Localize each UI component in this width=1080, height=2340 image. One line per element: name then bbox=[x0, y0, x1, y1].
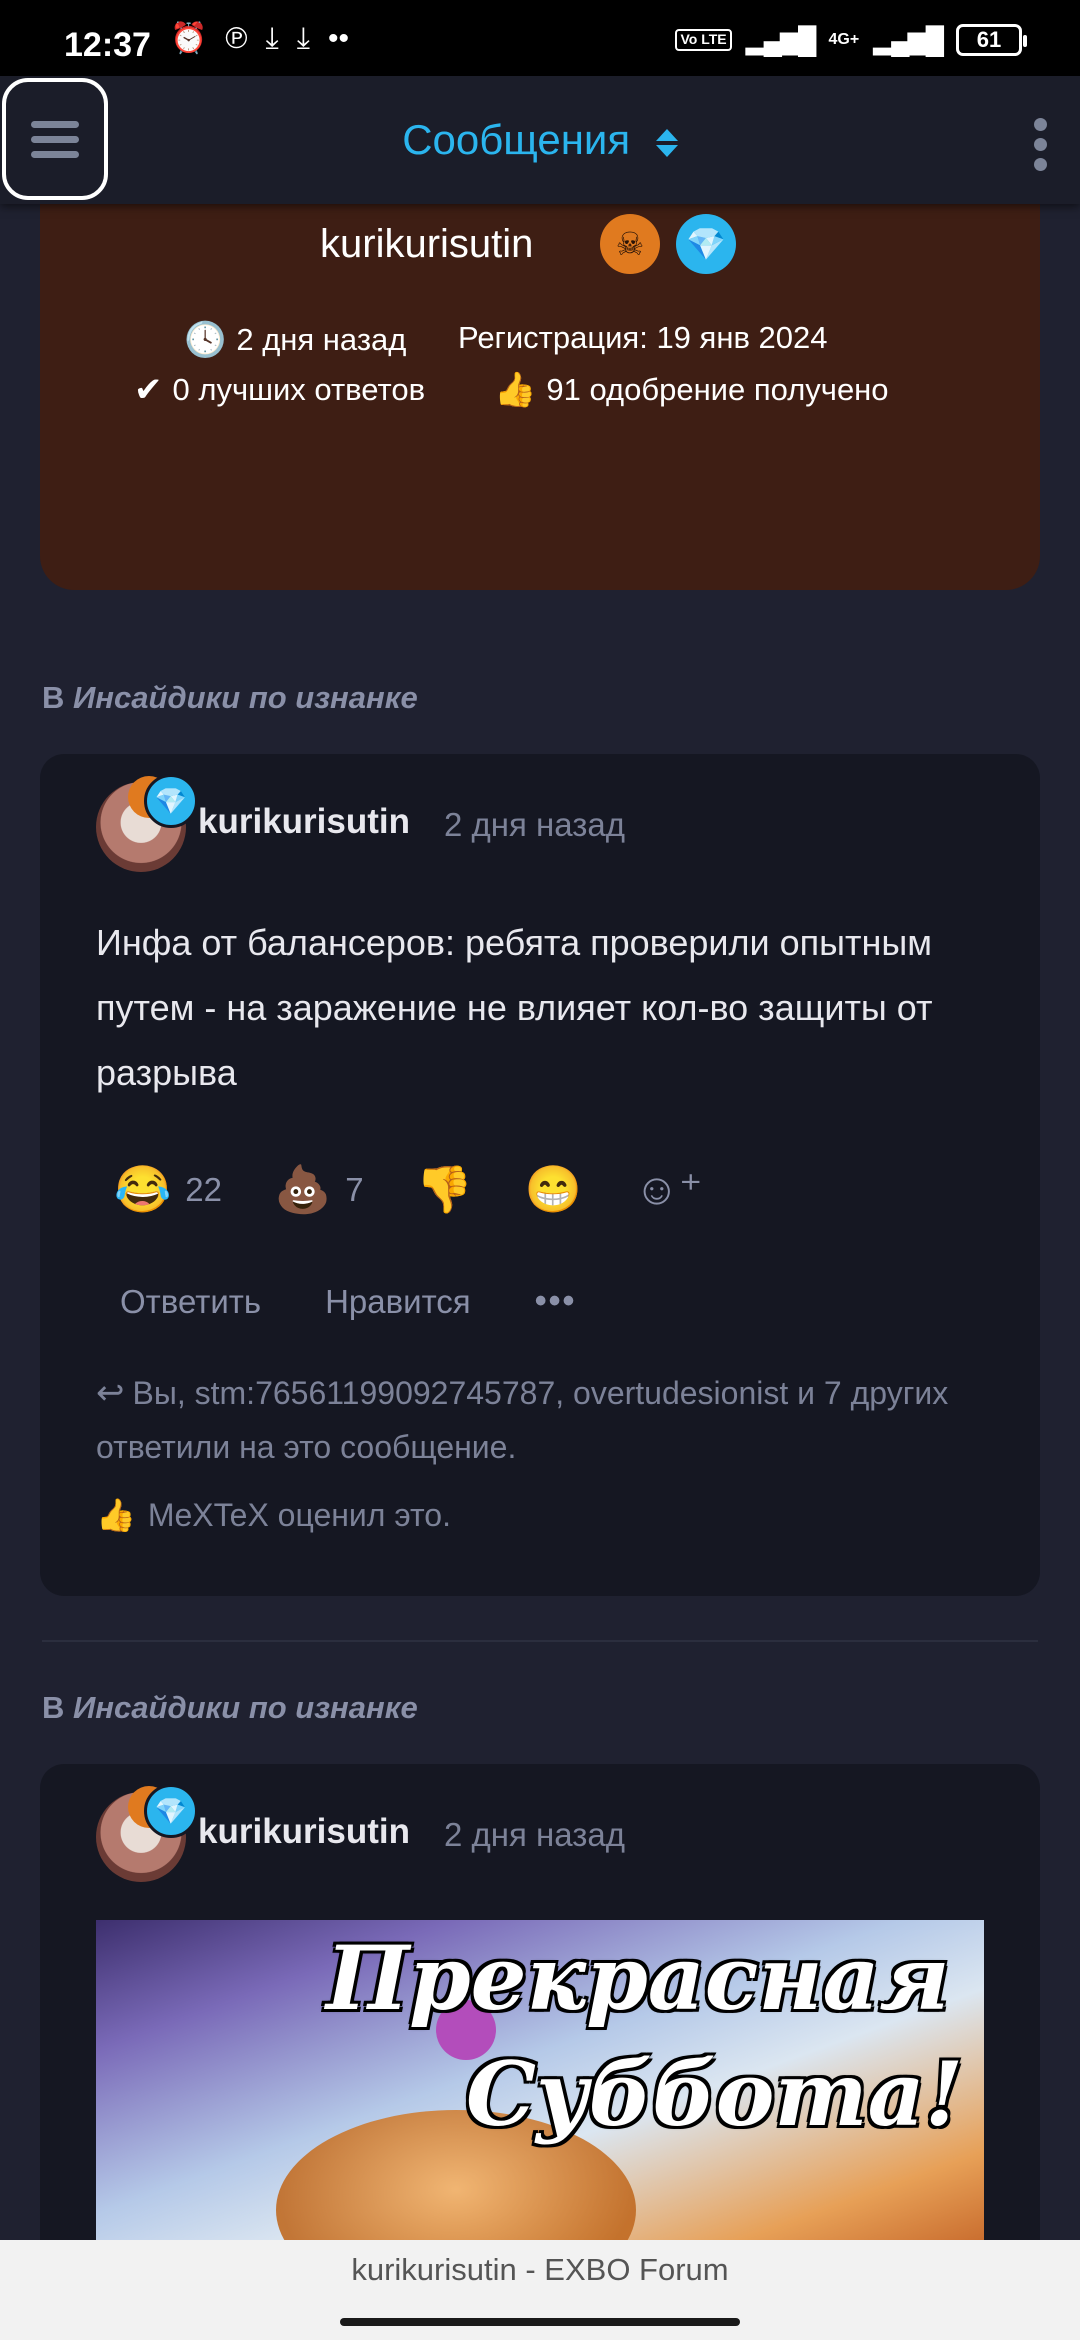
add-reaction-icon[interactable]: ☺⁺ bbox=[634, 1164, 702, 1215]
alarm-icon: ⏰ bbox=[170, 22, 208, 55]
header-title-dropdown[interactable]: Сообщения bbox=[0, 116, 1080, 164]
signal-icon: ▂▄▆█ bbox=[745, 24, 817, 55]
thumbs-up-icon: 👍 bbox=[494, 371, 537, 409]
home-indicator[interactable] bbox=[340, 2318, 740, 2326]
system-indicators: Vo LTE ▂▄▆█ 4G+ ▂▄▆█ 61 bbox=[675, 24, 1027, 56]
reaction-thumbs-down[interactable]: 👎 bbox=[416, 1162, 473, 1217]
thread-link[interactable]: Инсайдики по изнанке bbox=[73, 680, 418, 715]
browser-bottom-bar: kurikurisutin - EXBO Forum bbox=[0, 2240, 1080, 2340]
reply-arrow-icon: ↩ bbox=[96, 1374, 125, 1412]
diamond-badge-icon: 💎 bbox=[144, 1784, 198, 1838]
likes-received-text: 91 одобрение получено bbox=[546, 372, 889, 407]
diamond-badge-icon[interactable]: 💎 bbox=[676, 214, 736, 274]
skull-badge-icon[interactable]: ☠ bbox=[600, 214, 660, 274]
diamond-badge-icon: 💎 bbox=[144, 774, 198, 828]
post-actions: Ответить Нравится ••• bbox=[120, 1282, 576, 1321]
post-author[interactable]: kurikurisutin bbox=[198, 1812, 410, 1852]
reaction-grin[interactable]: 😁 bbox=[525, 1162, 582, 1217]
best-answers: ✔ 0 лучших ответов bbox=[134, 370, 425, 410]
post-card: 💎 kurikurisutin 2 дня назад Инфа от бала… bbox=[40, 754, 1040, 1596]
profile-username: kurikurisutin bbox=[320, 222, 534, 266]
sort-updown-icon bbox=[655, 125, 678, 161]
post-location-label: В Инсайдики по изнанке bbox=[42, 680, 418, 715]
last-seen: 🕓 2 дня назад bbox=[184, 320, 406, 360]
check-icon: ✔ bbox=[134, 371, 163, 409]
post-author[interactable]: kurikurisutin bbox=[198, 802, 410, 842]
likes-received: 👍 91 одобрение получено bbox=[494, 370, 889, 410]
laughing-emoji-icon: 😂 bbox=[114, 1163, 172, 1215]
reaction-laugh[interactable]: 😂 22 bbox=[114, 1162, 222, 1217]
download-icon: ⤓ bbox=[265, 22, 279, 55]
status-bar: 12:37 ⏰ ℗ ⤓ ⤓ •• Vo LTE ▂▄▆█ 4G+ ▂▄▆█ 61 bbox=[0, 0, 1080, 76]
image-caption: Прекрасная Суббота! bbox=[326, 1926, 964, 2146]
likes-info[interactable]: 👍 MeXTeX оценил это. bbox=[96, 1496, 451, 1534]
status-time: 12:37 bbox=[64, 26, 151, 64]
kebab-menu-button[interactable] bbox=[1034, 118, 1048, 178]
more-dots-icon: •• bbox=[328, 22, 350, 55]
best-answers-text: 0 лучших ответов bbox=[172, 372, 426, 407]
thumbs-down-emoji-icon: 👎 bbox=[415, 1163, 473, 1215]
thread-link[interactable]: Инсайдики по изнанке bbox=[73, 1690, 418, 1725]
clock-icon: 🕓 bbox=[184, 321, 227, 359]
thumbs-up-icon: 👍 bbox=[96, 1497, 136, 1533]
download-icon: ⤓ bbox=[296, 22, 310, 55]
pinterest-icon: ℗ bbox=[225, 22, 248, 55]
signal-icon: ▂▄▆█ bbox=[873, 24, 944, 55]
more-actions-button[interactable]: ••• bbox=[535, 1282, 577, 1321]
reaction-poop[interactable]: 💩 7 bbox=[274, 1162, 364, 1217]
post-time[interactable]: 2 дня назад bbox=[444, 1816, 625, 1854]
like-button[interactable]: Нравится bbox=[325, 1283, 471, 1321]
reactions-bar: 😂 22 💩 7 👎 😁 ☺⁺ bbox=[114, 1162, 702, 1217]
reply-button[interactable]: Ответить bbox=[120, 1283, 261, 1321]
reaction-count: 7 bbox=[345, 1170, 364, 1208]
last-seen-text: 2 дня назад bbox=[236, 322, 407, 357]
post-body: Инфа от балансеров: ребята проверили опы… bbox=[96, 922, 933, 1093]
registration-text: Регистрация: 19 янв 2024 bbox=[458, 320, 828, 355]
author-avatar[interactable]: 💎 bbox=[96, 774, 198, 872]
app-header: Сообщения bbox=[0, 76, 1080, 204]
page-title[interactable]: kurikurisutin - EXBO Forum bbox=[0, 2252, 1080, 2288]
replies-info[interactable]: ↩ Вы, stm:76561199092745787, overtudesion… bbox=[96, 1366, 1006, 1474]
notification-icons: ⏰ ℗ ⤓ ⤓ •• bbox=[170, 24, 349, 54]
network-type: 4G+ bbox=[828, 31, 860, 48]
divider bbox=[42, 1640, 1038, 1642]
post-image[interactable]: Прекрасная Суббота! bbox=[96, 1920, 984, 2250]
poop-emoji-icon: 💩 bbox=[274, 1163, 332, 1215]
post-time[interactable]: 2 дня назад bbox=[444, 806, 625, 844]
battery-icon: 61 bbox=[956, 24, 1027, 56]
profile-card: kurikurisutin ☠ 💎 🕓 2 дня назад Регистра… bbox=[40, 150, 1040, 590]
volte-icon: Vo LTE bbox=[675, 29, 732, 51]
reaction-count: 22 bbox=[185, 1170, 222, 1208]
header-title: Сообщения bbox=[402, 116, 631, 163]
registration-date: Регистрация: 19 янв 2024 bbox=[458, 320, 828, 356]
author-avatar[interactable]: 💎 bbox=[96, 1784, 198, 1882]
grin-emoji-icon: 😁 bbox=[524, 1163, 583, 1215]
post-location-label: В Инсайдики по изнанке bbox=[42, 1690, 418, 1725]
